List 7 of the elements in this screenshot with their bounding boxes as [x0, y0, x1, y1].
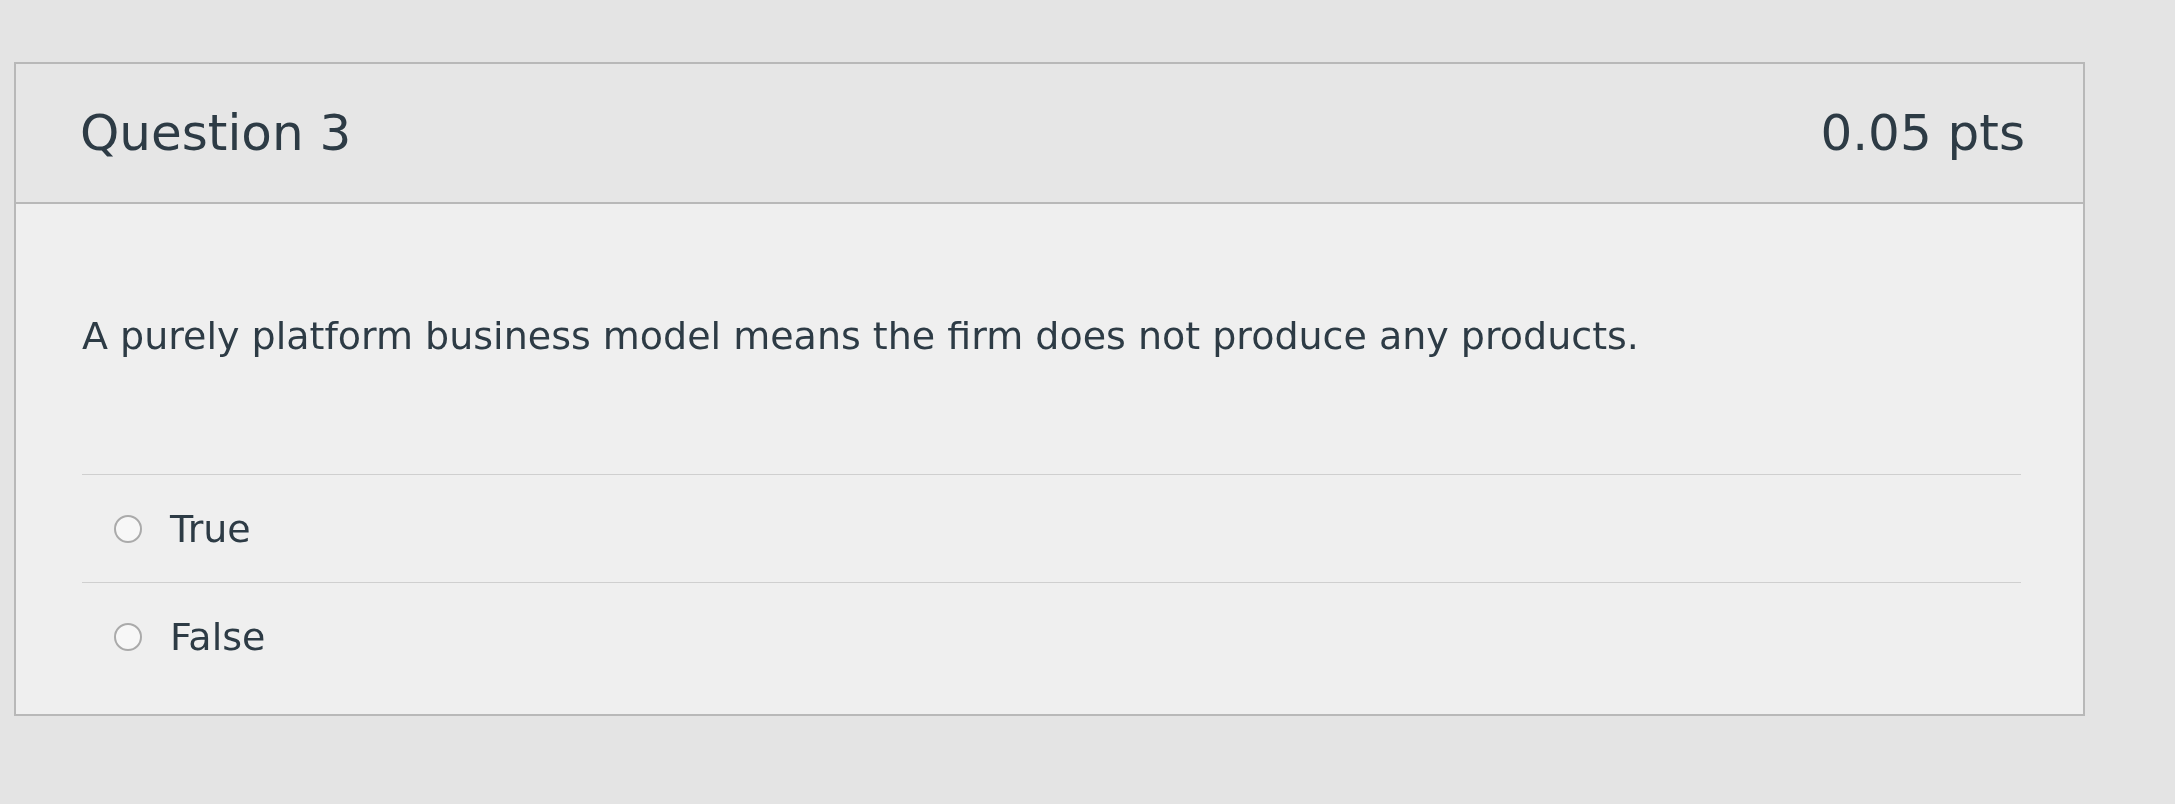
question-title: Question 3	[80, 104, 352, 162]
radio-button[interactable]	[114, 514, 142, 543]
question-text: A purely platform business model means the ﬁrm does not produce any products.	[82, 204, 2021, 475]
points-label: 0.05 pts	[1820, 104, 2025, 162]
radio-button[interactable]	[114, 622, 142, 651]
answer-label[interactable]: False	[170, 614, 266, 659]
answer-label[interactable]: True	[170, 506, 251, 551]
